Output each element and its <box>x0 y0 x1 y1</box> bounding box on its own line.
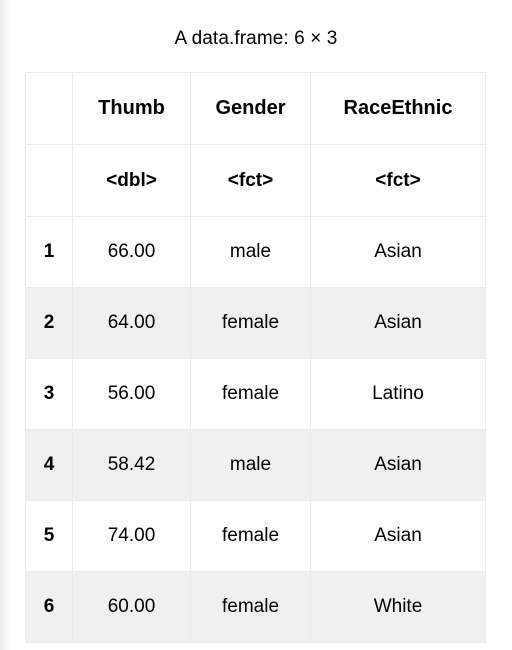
table-row: 3 56.00 female Latino <box>25 358 486 430</box>
table-row: 1 66.00 male Asian <box>25 216 486 288</box>
table-type-row: <dbl> <fct> <fct> <box>25 144 486 217</box>
dataframe-output: A data.frame: 6 × 3 Thumb Gender RaceEth… <box>0 0 512 650</box>
cell-thumb: 58.42 <box>72 429 191 501</box>
column-type-thumb: <dbl> <box>72 144 191 217</box>
dataframe-caption: A data.frame: 6 × 3 <box>174 28 338 49</box>
column-type-raceethnic: <fct> <box>310 144 486 217</box>
table-row: 6 60.00 female White <box>25 571 486 643</box>
cell-raceethnic: Asian <box>310 429 486 501</box>
cell-thumb: 60.00 <box>72 571 191 643</box>
table-head: Thumb Gender RaceEthnic <dbl> <fct> <fct… <box>25 72 486 217</box>
column-header-thumb: Thumb <box>72 72 191 145</box>
dataframe-table: Thumb Gender RaceEthnic <dbl> <fct> <fct… <box>25 72 486 643</box>
table-header-row: Thumb Gender RaceEthnic <box>25 72 486 145</box>
cell-thumb: 56.00 <box>72 358 191 430</box>
cell-gender: female <box>190 500 311 572</box>
cell-gender: female <box>190 287 311 359</box>
row-index: 5 <box>25 500 73 572</box>
cell-gender: male <box>190 216 311 288</box>
header-corner-cell <box>25 72 73 145</box>
table-body: 1 66.00 male Asian 2 64.00 female Asian … <box>25 216 486 643</box>
column-header-raceethnic: RaceEthnic <box>310 72 486 145</box>
column-type-gender: <fct> <box>190 144 311 217</box>
cell-raceethnic: Asian <box>310 216 486 288</box>
cell-raceethnic: Asian <box>310 287 486 359</box>
row-index: 1 <box>25 216 73 288</box>
cell-raceethnic: White <box>310 571 486 643</box>
row-index: 2 <box>25 287 73 359</box>
row-index: 4 <box>25 429 73 501</box>
row-index: 3 <box>25 358 73 430</box>
column-header-gender: Gender <box>190 72 311 145</box>
table-scroll-container[interactable]: Thumb Gender RaceEthnic <dbl> <fct> <fct… <box>25 72 486 643</box>
cell-gender: male <box>190 429 311 501</box>
table-row: 4 58.42 male Asian <box>25 429 486 501</box>
table-row: 2 64.00 female Asian <box>25 287 486 359</box>
cell-raceethnic: Asian <box>310 500 486 572</box>
cell-gender: female <box>190 358 311 430</box>
cell-gender: female <box>190 571 311 643</box>
table-row: 5 74.00 female Asian <box>25 500 486 572</box>
cell-thumb: 74.00 <box>72 500 191 572</box>
cell-thumb: 64.00 <box>72 287 191 359</box>
row-index: 6 <box>25 571 73 643</box>
cell-raceethnic: Latino <box>310 358 486 430</box>
cell-thumb: 66.00 <box>72 216 191 288</box>
type-corner-cell <box>25 144 73 217</box>
